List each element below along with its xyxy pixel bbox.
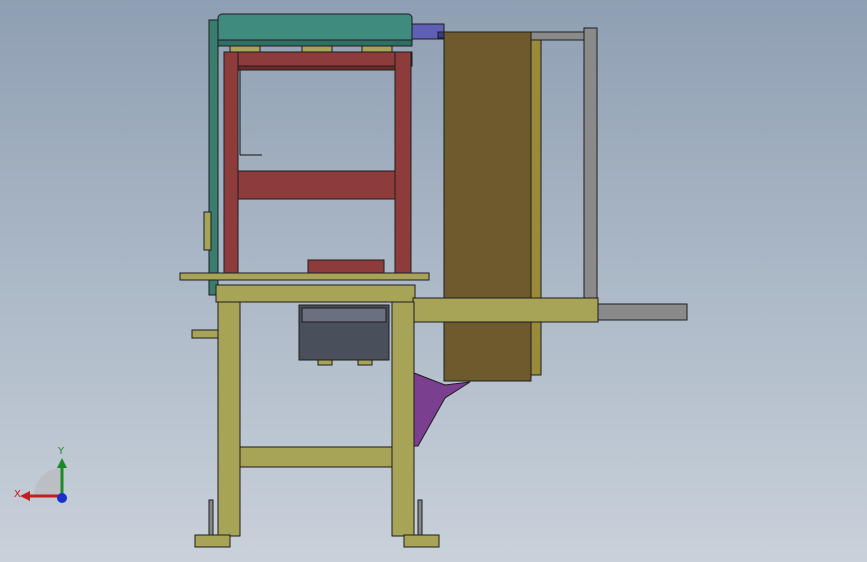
table-right-rail: [412, 297, 599, 323]
rail-top: [530, 31, 590, 41]
side-panel: [443, 31, 532, 382]
side-plate: [208, 19, 219, 296]
leg-side-left: [191, 329, 219, 339]
x-axis-label: X: [14, 489, 21, 500]
machine-model[interactable]: [0, 0, 867, 562]
triad-xy-plane: [34, 468, 62, 496]
leg-crossbar: [239, 446, 393, 468]
table-beam: [215, 284, 416, 303]
z-axis-dot: [57, 493, 67, 503]
foot-left: [194, 534, 231, 548]
frame-top: [223, 51, 413, 67]
y-axis-label: Y: [57, 446, 65, 457]
y-arrow-icon: [57, 458, 67, 468]
bracket: [413, 372, 471, 447]
frame-mid: [237, 170, 396, 200]
top-block-mid: [301, 45, 333, 53]
leg-left: [217, 301, 241, 537]
leg-right: [391, 301, 415, 537]
table-block: [307, 259, 385, 274]
frame-inner: [237, 65, 396, 71]
frame-right: [394, 51, 412, 275]
side-panel-edge: [530, 39, 542, 376]
rail-horizontal: [596, 303, 688, 321]
top-block-right: [361, 45, 393, 53]
side-handle: [203, 211, 212, 251]
frame-left: [223, 51, 239, 275]
foot-right: [403, 534, 440, 548]
rail-vertical: [583, 27, 598, 304]
motor-top: [301, 307, 387, 323]
top-block-left: [229, 45, 261, 53]
axis-triad: X Y: [14, 446, 67, 503]
table-top: [179, 272, 430, 281]
x-arrow-icon: [20, 491, 30, 501]
top-plate-strip: [217, 39, 413, 47]
cad-viewport[interactable]: X Y: [0, 0, 867, 562]
